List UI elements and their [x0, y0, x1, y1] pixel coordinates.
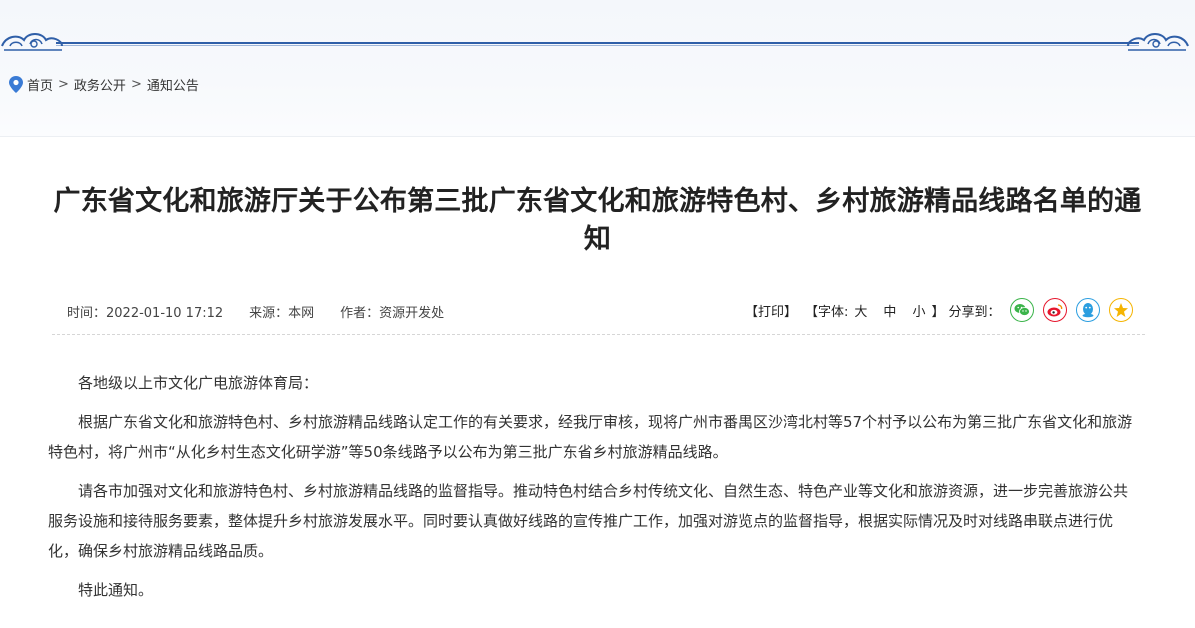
- article-tools: 【打印】 【字体: 大 中 小 】 分享到：: [745, 298, 1134, 322]
- article-body: 各地级以上市文化广电旅游体育局： 根据广东省文化和旅游特色村、乡村旅游精品线路认…: [48, 368, 1140, 614]
- header-rule-shadow: [56, 45, 1139, 46]
- publish-time: 时间：2022-01-10 17:12: [67, 306, 224, 321]
- location-pin-icon: [9, 75, 23, 93]
- qzone-star-icon: [1114, 303, 1129, 317]
- wechat-icon: [1014, 304, 1031, 316]
- breadcrumb-gov-affairs-link[interactable]: 政务公开: [74, 75, 126, 94]
- article-paragraph: 根据广东省文化和旅游特色村、乡村旅游精品线路认定工作的有关要求，经我厅审核，现将…: [48, 413, 1133, 461]
- article-source: 来源：本网: [249, 306, 315, 321]
- cloud-ornament-icon: [1127, 33, 1189, 51]
- header-banner: 首页 > 政务公开 > 通知公告: [0, 0, 1195, 137]
- breadcrumb-separator: >: [130, 76, 142, 92]
- font-size-suffix: 】: [931, 304, 945, 320]
- font-size-prefix: 【字体:: [805, 304, 849, 320]
- font-size-small-button[interactable]: 小: [912, 301, 925, 320]
- font-size-medium-button[interactable]: 中: [883, 301, 896, 320]
- article-paragraph: 特此通知。: [78, 581, 154, 599]
- qzone-share-button[interactable]: [1109, 298, 1134, 322]
- breadcrumb: 首页 > 政务公开 > 通知公告: [9, 74, 199, 94]
- font-size-large-button[interactable]: 大: [854, 301, 867, 320]
- meta-divider: [52, 334, 1145, 335]
- breadcrumb-notices-link[interactable]: 通知公告: [147, 75, 199, 94]
- print-button[interactable]: 【打印】: [745, 301, 797, 320]
- article-paragraph: 请各市加强对文化和旅游特色村、乡村旅游精品线路的监督指导。推动特色村结合乡村传统…: [48, 482, 1129, 560]
- qq-share-button[interactable]: [1076, 298, 1101, 322]
- article-paragraph: 各地级以上市文化广电旅游体育局：: [78, 374, 319, 392]
- article-author: 作者：资源开发处: [340, 306, 445, 321]
- article-title: 广东省文化和旅游厅关于公布第三批广东省文化和旅游特色村、乡村旅游精品线路名单的通…: [53, 186, 1142, 255]
- weibo-share-button[interactable]: [1043, 298, 1068, 322]
- article-meta: 时间：2022-01-10 17:12 来源：本网 作者：资源开发处: [67, 302, 470, 321]
- wechat-share-button[interactable]: [1010, 298, 1035, 322]
- header-rule: [56, 42, 1139, 44]
- cloud-ornament-icon: [1, 33, 63, 51]
- breadcrumb-home-link[interactable]: 首页: [27, 75, 53, 94]
- page: 首页 > 政务公开 > 通知公告 广东省文化和旅游厅关于公布第三批广东省文化和旅…: [0, 0, 1195, 628]
- breadcrumb-separator: >: [58, 76, 69, 92]
- qq-icon: [1082, 303, 1094, 318]
- weibo-icon: [1047, 304, 1063, 317]
- share-label: 分享到：: [948, 304, 1001, 320]
